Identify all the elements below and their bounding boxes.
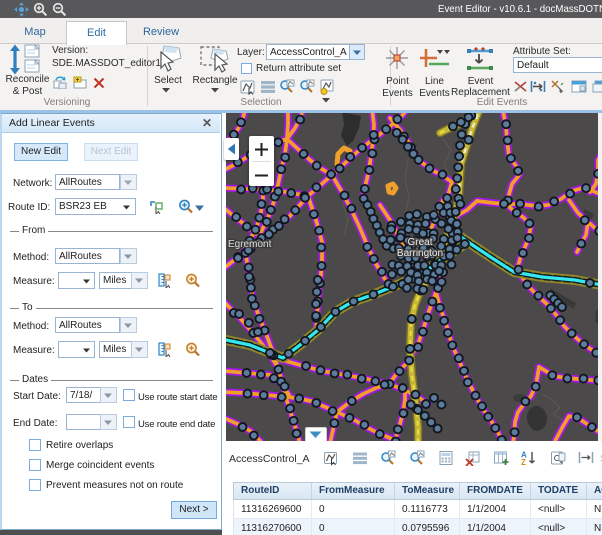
svg-text:Egremont: Egremont [228,239,272,250]
svg-text:Great: Great [407,237,432,248]
svg-text:Z: Z [521,458,526,466]
svg-text:Barrington: Barrington [397,248,443,259]
